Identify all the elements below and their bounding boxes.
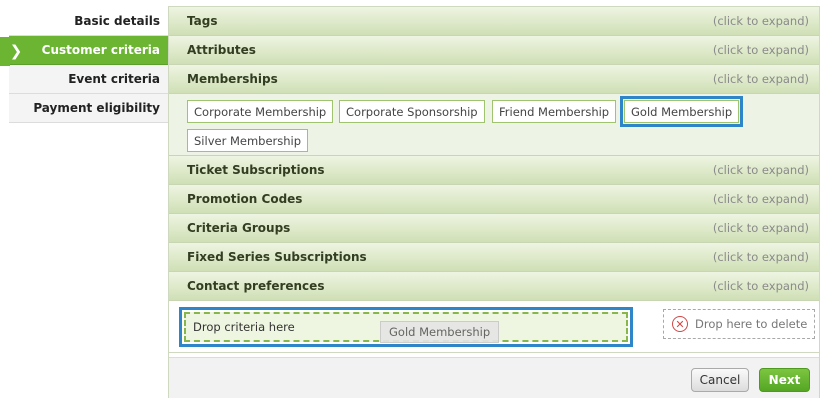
section-fixed-series-subscriptions[interactable]: Fixed Series Subscriptions (click to exp… (169, 243, 819, 272)
section-contact-preferences[interactable]: Contact preferences (click to expand) (169, 272, 819, 301)
x-circle-icon: ✕ (672, 316, 688, 332)
step-sidebar: Basic details ❯ Customer criteria Event … (9, 6, 178, 123)
sidebar-item-label: Event criteria (68, 72, 160, 86)
section-promotion-codes[interactable]: Promotion Codes (click to expand) (169, 185, 819, 214)
chip-gold-membership[interactable]: Gold Membership (619, 96, 744, 127)
criteria-panel: Tags (click to expand) Attributes (click… (168, 6, 820, 398)
sidebar-item-label: Payment eligibility (33, 101, 160, 115)
section-title: Fixed Series Subscriptions (187, 250, 367, 264)
section-ticket-subscriptions[interactable]: Ticket Subscriptions (click to expand) (169, 156, 819, 185)
section-title: Contact preferences (187, 279, 325, 293)
section-memberships[interactable]: Memberships (click to expand) (169, 65, 819, 94)
sidebar-item-customer-criteria[interactable]: ❯ Customer criteria (9, 36, 178, 66)
chip-corporate-membership[interactable]: Corporate Membership (187, 100, 334, 123)
expand-hint: (click to expand) (712, 279, 809, 293)
expand-hint: (click to expand) (712, 192, 809, 206)
form-footer: Cancel Next (169, 357, 819, 398)
memberships-chip-list: Corporate Membership Corporate Sponsorsh… (169, 94, 819, 156)
section-title: Promotion Codes (187, 192, 303, 206)
section-title: Tags (187, 14, 218, 28)
sidebar-item-payment-eligibility[interactable]: Payment eligibility (9, 94, 169, 123)
drop-placeholder: Drop criteria here (193, 320, 295, 334)
drop-row: Drop criteria here Gold Membership ✕ Dro… (169, 301, 819, 353)
criteria-drop-zone[interactable]: Drop criteria here Gold Membership (184, 312, 628, 343)
chip-silver-membership[interactable]: Silver Membership (187, 129, 309, 152)
sidebar-item-label: Customer criteria (41, 43, 160, 57)
section-title: Memberships (187, 72, 278, 86)
expand-hint: (click to expand) (712, 250, 809, 264)
next-button[interactable]: Next (759, 368, 810, 392)
section-tags[interactable]: Tags (click to expand) (169, 7, 819, 36)
chip-friend-membership[interactable]: Friend Membership (492, 100, 617, 123)
expand-hint: (click to expand) (712, 72, 809, 86)
expand-hint: (click to expand) (712, 163, 809, 177)
chip-corporate-sponsorship[interactable]: Corporate Sponsorship (339, 100, 485, 123)
delete-label: Drop here to delete (695, 317, 808, 331)
section-title: Criteria Groups (187, 221, 291, 235)
section-title: Ticket Subscriptions (187, 163, 325, 177)
sidebar-item-event-criteria[interactable]: Event criteria (9, 65, 169, 94)
dragged-chip-gold-membership[interactable]: Gold Membership (380, 321, 500, 343)
cancel-button[interactable]: Cancel (691, 368, 749, 392)
active-tab-marker (0, 37, 10, 66)
sidebar-item-label: Basic details (74, 13, 160, 28)
section-title: Attributes (187, 43, 256, 57)
expand-hint: (click to expand) (712, 221, 809, 235)
section-attributes[interactable]: Attributes (click to expand) (169, 36, 819, 65)
delete-drop-zone[interactable]: ✕ Drop here to delete (663, 309, 815, 339)
expand-hint: (click to expand) (712, 14, 809, 28)
drop-zone-highlight: Drop criteria here Gold Membership (179, 307, 633, 347)
sidebar-item-basic-details[interactable]: Basic details (9, 6, 169, 36)
section-criteria-groups[interactable]: Criteria Groups (click to expand) (169, 214, 819, 243)
expand-hint: (click to expand) (712, 43, 809, 57)
